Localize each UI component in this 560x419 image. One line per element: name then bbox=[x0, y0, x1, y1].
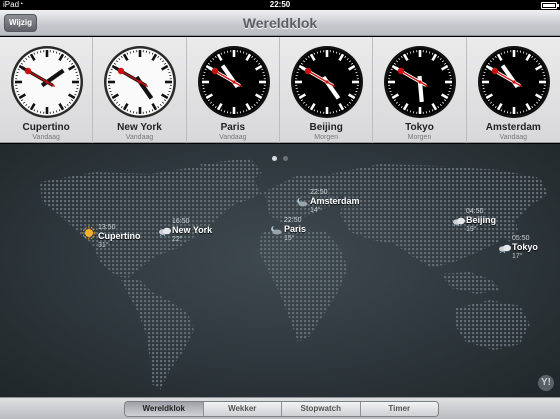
marker-time: 04:50 bbox=[466, 208, 484, 215]
page-indicator[interactable] bbox=[0, 148, 560, 166]
page-dot[interactable] bbox=[272, 156, 277, 161]
marker-city: Amsterdam bbox=[310, 196, 360, 206]
clock-paris[interactable]: Paris Vandaag bbox=[187, 37, 280, 143]
tab-wereldklok[interactable]: Wereldklok bbox=[125, 402, 204, 416]
clock-city-label: Paris bbox=[220, 122, 246, 133]
marker-temperature: 22° bbox=[172, 236, 183, 243]
marker-city: New York bbox=[172, 225, 213, 235]
clock-city-label: Beijing bbox=[309, 122, 343, 133]
clock-face bbox=[11, 46, 83, 118]
sun-icon bbox=[82, 226, 96, 240]
clock-beijing[interactable]: Beijing Morgen bbox=[280, 37, 374, 143]
moon-cloud-icon bbox=[270, 222, 282, 235]
clock-day-label: Vandaag bbox=[219, 134, 247, 141]
status-time: 22:50 bbox=[269, 0, 291, 9]
cloud-icon bbox=[498, 240, 511, 254]
marker-city: Beijing bbox=[466, 215, 497, 225]
marker-temperature: 19° bbox=[466, 226, 477, 233]
clock-tokyo[interactable]: Tokyo Morgen bbox=[373, 37, 467, 143]
clock-new-york[interactable]: New York Vandaag bbox=[93, 37, 187, 143]
moon-cloud-icon bbox=[296, 194, 308, 207]
marker-time: 05:50 bbox=[512, 235, 530, 242]
clock-face bbox=[104, 46, 177, 118]
marker-time: 22:50 bbox=[284, 217, 302, 224]
clock-face bbox=[290, 46, 363, 118]
clock-city-label: Cupertino bbox=[22, 122, 70, 133]
clock-strip[interactable]: Cupertino Vandaag New York Vandaag Paris Vand… bbox=[0, 37, 560, 143]
marker-temperature: 14° bbox=[310, 207, 321, 214]
clock-day-label: Morgen bbox=[407, 134, 432, 141]
cloud-icon bbox=[158, 223, 171, 237]
marker-temperature: 31° bbox=[98, 242, 109, 249]
marker-temperature: 15° bbox=[284, 235, 295, 242]
tab-wekker[interactable]: Wekker bbox=[203, 402, 282, 416]
cloud-icon bbox=[452, 213, 465, 227]
marker-city: Tokyo bbox=[512, 242, 538, 252]
clock-day-label: Vandaag bbox=[32, 134, 60, 141]
tab-bar: Wereldklok Wekker Stopwatch Timer bbox=[0, 397, 560, 419]
battery-icon bbox=[541, 2, 559, 9]
marker-time: 16:50 bbox=[172, 218, 190, 225]
clock-city-label: Tokyo bbox=[405, 122, 434, 133]
page-title: Wereldklok bbox=[242, 15, 318, 31]
navigation-bar: Wijzig Wereldklok bbox=[0, 10, 560, 36]
yahoo-logo[interactable]: Y! bbox=[538, 375, 554, 391]
tab-stopwatch[interactable]: Stopwatch bbox=[282, 402, 361, 416]
marker-temperature: 17° bbox=[512, 253, 523, 260]
status-bar: iPad ◔ 22:50 bbox=[0, 0, 560, 10]
clock-day-label: Vandaag bbox=[125, 134, 154, 141]
marker-time: 22:50 bbox=[310, 189, 328, 196]
marker-time: 13:50 bbox=[98, 224, 116, 231]
clock-cupertino[interactable]: Cupertino Vandaag bbox=[0, 37, 94, 143]
page-dot[interactable] bbox=[283, 156, 288, 161]
clock-city-label: Amsterdam bbox=[485, 122, 541, 133]
segmented-control: Wereldklok Wekker Stopwatch Timer bbox=[124, 401, 439, 417]
world-map-dots bbox=[40, 158, 548, 390]
clock-face bbox=[477, 46, 550, 118]
tab-timer[interactable]: Timer bbox=[360, 402, 438, 416]
world-map[interactable]: 13:50 Cupertino 31° 16:50 New York 22° 22:50 Am… bbox=[0, 144, 560, 397]
clock-city-label: New York bbox=[117, 122, 162, 133]
clock-face bbox=[384, 46, 457, 118]
clock-day-label: Morgen bbox=[314, 134, 339, 141]
marker-city: Paris bbox=[284, 224, 307, 234]
clock-day-label: Vandaag bbox=[499, 134, 528, 141]
clock-amsterdam[interactable]: Amsterdam Vandaag bbox=[467, 37, 560, 143]
clock-face bbox=[197, 46, 270, 118]
marker-city: Cupertino bbox=[98, 231, 141, 241]
